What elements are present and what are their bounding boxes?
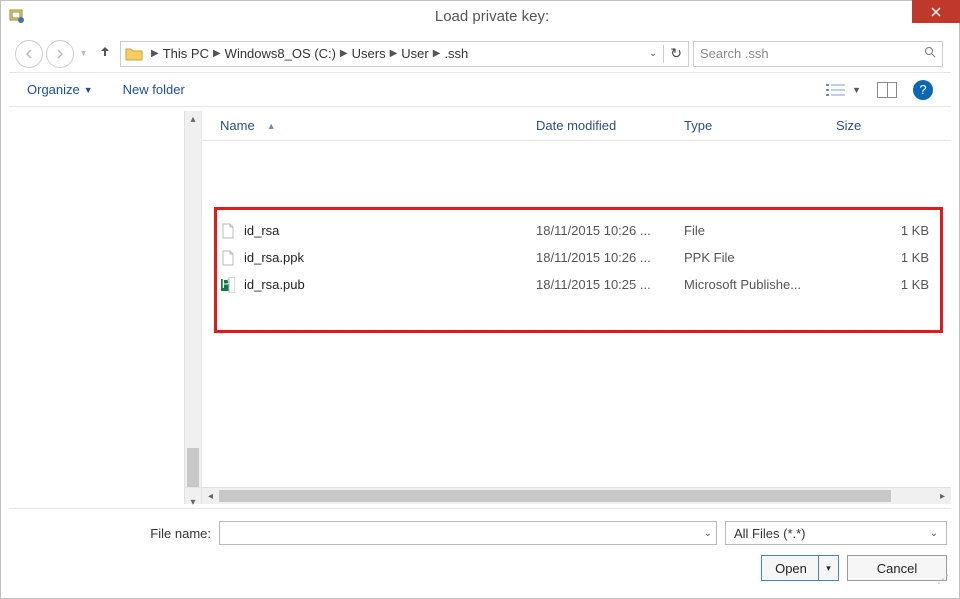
search-placeholder: Search .ssh [700, 46, 924, 61]
address-dropdown-icon[interactable]: ⌄ [649, 48, 657, 59]
horizontal-scrollbar[interactable]: ◂ ▸ [202, 487, 951, 504]
file-list-pane: Name ▲ Date modified Type Size id_rsa 18… [201, 111, 951, 504]
file-name: id_rsa [244, 223, 536, 238]
breadcrumb-item[interactable]: User [401, 46, 428, 61]
filename-label: File name: [9, 526, 219, 541]
file-date: 18/11/2015 10:26 ... [536, 250, 684, 265]
open-button[interactable]: Open ▾ [761, 555, 839, 581]
file-size: 1 KB [836, 223, 951, 238]
sort-ascending-icon: ▲ [267, 121, 276, 131]
filename-input[interactable]: ⌄ [219, 521, 717, 545]
scroll-thumb[interactable] [187, 448, 199, 487]
view-options-button[interactable]: ▼ [826, 83, 861, 97]
refresh-button[interactable]: ↻ [670, 45, 682, 62]
search-icon [924, 46, 936, 61]
recent-dropdown-icon[interactable]: ▾ [81, 48, 86, 59]
file-row[interactable]: P id_rsa.pub 18/11/2015 10:25 ... Micros… [202, 271, 951, 298]
file-type: File [684, 223, 836, 238]
new-folder-button[interactable]: New folder [123, 82, 185, 97]
close-button[interactable] [912, 0, 960, 23]
toolbar: Organize ▼ New folder ▼ ? [9, 73, 951, 107]
file-type-filter[interactable]: All Files (*.*) ⌄ [725, 521, 947, 545]
breadcrumb-item[interactable]: This PC [163, 46, 209, 61]
open-split-dropdown[interactable]: ▾ [818, 556, 838, 580]
chevron-right-icon: ▶ [340, 48, 348, 59]
nav-bar: ▾ ▶ This PC ▶ Windows8_OS (C:) ▶ Users ▶… [9, 35, 951, 73]
chevron-right-icon: ▶ [151, 48, 159, 59]
scroll-thumb[interactable] [219, 490, 891, 502]
up-button[interactable] [98, 44, 112, 63]
file-size: 1 KB [836, 277, 951, 292]
file-row[interactable]: id_rsa 18/11/2015 10:26 ... File 1 KB [202, 217, 951, 244]
scroll-down-icon[interactable]: ▾ [185, 487, 201, 504]
help-button[interactable]: ? [913, 80, 933, 100]
file-size: 1 KB [836, 250, 951, 265]
file-type: PPK File [684, 250, 836, 265]
file-name: id_rsa.pub [244, 277, 536, 292]
app-icon [9, 8, 25, 24]
sidebar-scrollbar[interactable]: ▴ ▾ [184, 111, 201, 504]
file-name: id_rsa.ppk [244, 250, 536, 265]
column-name[interactable]: Name ▲ [220, 118, 536, 133]
organize-button[interactable]: Organize ▼ [27, 82, 93, 97]
search-input[interactable]: Search .ssh [693, 41, 943, 67]
forward-button[interactable] [46, 40, 74, 68]
scroll-up-icon[interactable]: ▴ [185, 111, 201, 128]
navigation-pane[interactable]: ▴ ▾ [9, 111, 201, 504]
filename-dropdown-icon[interactable]: ⌄ [704, 528, 712, 539]
title-bar: Load private key: [1, 1, 959, 31]
dialog-title: Load private key: [25, 8, 959, 25]
chevron-right-icon: ▶ [433, 48, 441, 59]
scroll-left-icon[interactable]: ◂ [202, 491, 219, 502]
column-size[interactable]: Size [836, 118, 951, 133]
file-icon [220, 250, 236, 266]
file-open-dialog: Load private key: ▾ ▶ This PC ▶ Windows8… [0, 0, 960, 599]
back-button[interactable] [15, 40, 43, 68]
file-list: id_rsa 18/11/2015 10:26 ... File 1 KB id… [202, 141, 951, 487]
cancel-button[interactable]: Cancel [847, 555, 947, 581]
folder-icon [125, 45, 143, 63]
column-date[interactable]: Date modified [536, 118, 684, 133]
chevron-down-icon: ▼ [852, 85, 861, 95]
scroll-right-icon[interactable]: ▸ [934, 491, 951, 502]
file-type: Microsoft Publishe... [684, 277, 836, 292]
preview-pane-button[interactable] [877, 82, 897, 98]
column-headers: Name ▲ Date modified Type Size [202, 111, 951, 141]
column-type[interactable]: Type [684, 118, 836, 133]
file-row[interactable]: id_rsa.ppk 18/11/2015 10:26 ... PPK File… [202, 244, 951, 271]
publisher-file-icon: P [220, 277, 236, 293]
address-bar[interactable]: ▶ This PC ▶ Windows8_OS (C:) ▶ Users ▶ U… [120, 41, 689, 67]
bottom-panel: File name: ⌄ All Files (*.*) ⌄ Open ▾ Ca… [9, 508, 951, 590]
chevron-down-icon: ⌄ [930, 528, 938, 539]
file-icon [220, 223, 236, 239]
breadcrumb-item[interactable]: .ssh [444, 46, 468, 61]
file-date: 18/11/2015 10:26 ... [536, 223, 684, 238]
breadcrumb-item[interactable]: Windows8_OS (C:) [225, 46, 336, 61]
resize-grip-icon[interactable]: ⋰ [937, 576, 949, 588]
chevron-right-icon: ▶ [213, 48, 221, 59]
file-date: 18/11/2015 10:25 ... [536, 277, 684, 292]
chevron-down-icon: ▼ [84, 85, 93, 95]
breadcrumb-item[interactable]: Users [352, 46, 386, 61]
main-area: ▴ ▾ Name ▲ Date modified Type Size [9, 111, 951, 504]
chevron-right-icon: ▶ [390, 48, 398, 59]
